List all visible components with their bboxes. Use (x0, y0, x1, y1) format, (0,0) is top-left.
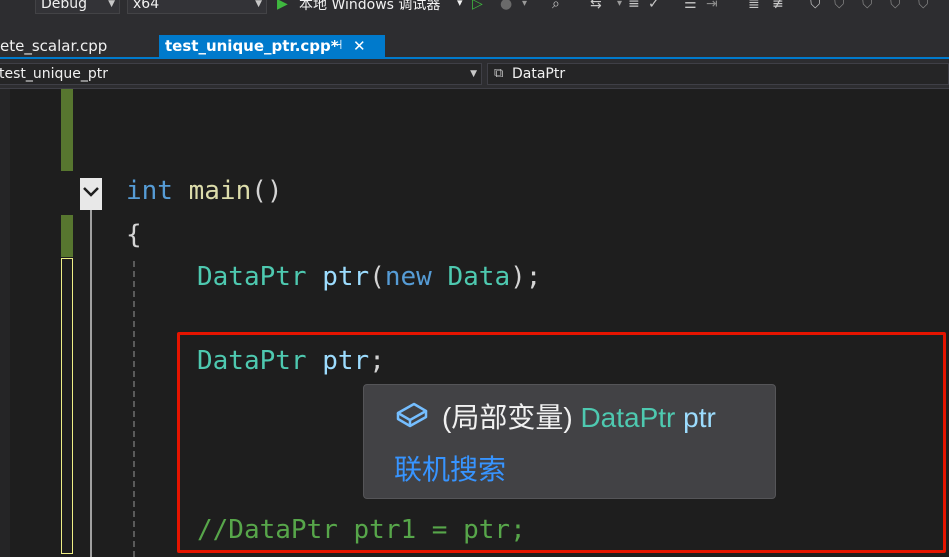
chevron-down-icon (83, 187, 99, 197)
indent-icon[interactable]: ⇥ (706, 0, 718, 12)
collapse-region-button[interactable] (80, 178, 102, 210)
navigate-icon[interactable]: ⇆ (590, 0, 602, 12)
platform-value: x64 (133, 0, 160, 12)
pin-icon[interactable]: ⊣ (331, 35, 342, 57)
member-dropdown[interactable]: ⧉ DataPtr (487, 63, 949, 85)
toolbar: Debug ▼ x64 ▼ ▶ 本地 Windows 调试器 ▾ ▷ ● ▾ ⌕… (0, 0, 949, 16)
next-bookmark-icon[interactable]: ⛉ (862, 0, 873, 12)
chevron-down-icon: ▼ (255, 0, 262, 9)
platform-dropdown[interactable]: x64 ▼ (127, 0, 267, 14)
editor-margin (0, 89, 10, 557)
change-marker-unsaved (61, 258, 73, 554)
tab-ete-scalar[interactable]: ete_scalar.cpp (0, 35, 107, 57)
debugger-dropdown-arrow[interactable]: ▾ (457, 0, 463, 9)
spellcheck-icon[interactable]: ✓ (648, 0, 660, 12)
start-debugging-icon[interactable]: ▶ (277, 0, 288, 12)
quick-info-tooltip: (局部变量) DataPtr ptr 联机搜索 (363, 384, 776, 499)
outline-line (90, 210, 92, 557)
scope-value: test_unique_ptr (0, 66, 109, 82)
online-search-link[interactable]: 联机搜索 (394, 451, 506, 489)
chevron-down-icon: ▼ (470, 69, 477, 79)
record-icon[interactable]: ● (500, 0, 512, 12)
start-debugger-button[interactable]: 本地 Windows 调试器 (299, 0, 440, 14)
chevron-down-icon: ▼ (108, 0, 115, 9)
previous-bookmark-icon[interactable]: ⛉ (834, 0, 845, 12)
change-marker-saved (61, 215, 73, 257)
document-tab-bar: ete_scalar.cpp test_unique_ptr.cpp* ⊣ ✕ (0, 16, 949, 60)
tooltip-prefix: (局部变量) (442, 402, 573, 433)
clear-bookmarks-icon[interactable]: ⛉ (918, 0, 929, 12)
code-line: { (126, 220, 142, 250)
change-marker-saved (61, 89, 73, 171)
tab-label: test_unique_ptr.cpp* (165, 37, 339, 55)
format-icon[interactable]: ≡ (628, 0, 640, 12)
local-variable-icon (396, 402, 428, 428)
close-icon[interactable]: ✕ (353, 35, 366, 57)
tab-underline (0, 57, 949, 59)
comment-icon[interactable]: ≣ (748, 0, 760, 12)
navigation-bar: test_unique_ptr ▼ ⧉ DataPtr (0, 60, 949, 89)
configuration-dropdown[interactable]: Debug ▼ (35, 0, 120, 14)
browse-icon[interactable]: ⌕ (552, 0, 560, 12)
scope-dropdown[interactable]: test_unique_ptr ▼ (0, 63, 482, 85)
start-without-debugging-icon[interactable]: ▷ (472, 0, 483, 12)
chevron-down-icon[interactable]: ▾ (617, 0, 622, 12)
bookmark-folder-icon[interactable]: ⛉ (890, 0, 901, 12)
uncomment-icon[interactable]: ≢ (772, 0, 784, 12)
tooltip-signature: (局部变量) DataPtr ptr (394, 399, 716, 437)
chevron-down-icon[interactable]: ▾ (522, 0, 527, 12)
tab-test-unique-ptr[interactable]: test_unique_ptr.cpp* ⊣ ✕ (159, 35, 385, 57)
align-icon[interactable]: ☰ (684, 0, 697, 12)
configuration-value: Debug (41, 0, 88, 12)
code-editor[interactable]: int main() { DataPtr ptr(new Data); Data… (0, 89, 949, 557)
tooltip-type: DataPtr (580, 402, 676, 433)
class-member-icon: ⧉ (494, 66, 504, 81)
tooltip-name: ptr (683, 402, 716, 433)
code-line: DataPtr ptr(new Data); (197, 262, 542, 292)
tab-label: ete_scalar.cpp (0, 37, 108, 55)
member-value: DataPtr (512, 66, 566, 82)
indent-guide (133, 261, 135, 557)
bookmark-icon[interactable]: ⛉ (810, 0, 821, 12)
code-line: int main() (126, 176, 283, 206)
